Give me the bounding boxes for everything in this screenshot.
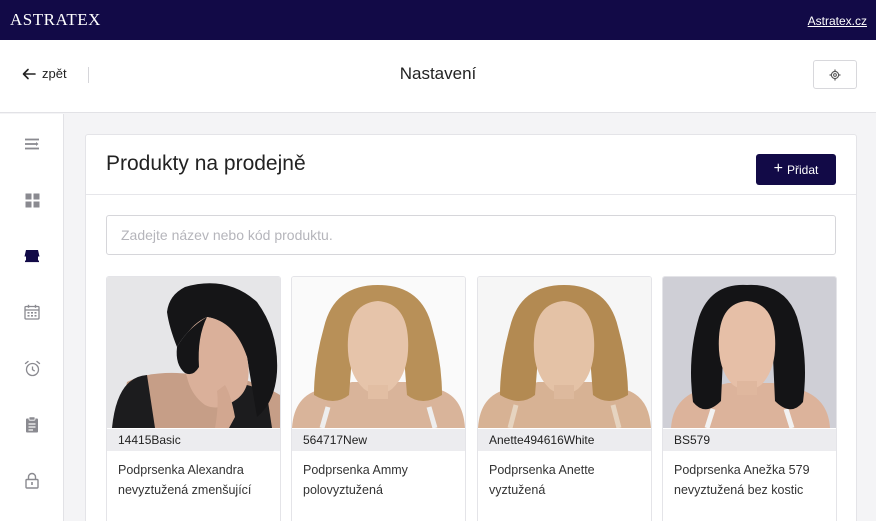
product-card[interactable]: Anette494616White Podprsenka Anette vyzt…: [477, 276, 652, 521]
sidebar-item-clipboard[interactable]: [20, 412, 44, 436]
astratex-link[interactable]: Astratex.cz: [808, 14, 867, 28]
top-bar: ASTRATEX Astratex.cz: [0, 0, 876, 40]
product-search-input[interactable]: [106, 215, 836, 255]
product-name: Podprsenka Anette vyztužená: [489, 463, 595, 497]
calendar-icon: [24, 304, 40, 320]
sidebar-item-dashboard[interactable]: [20, 188, 44, 212]
sidebar: [0, 114, 64, 521]
sidebar-item-lock[interactable]: [20, 468, 44, 492]
product-code: 14415Basic: [107, 429, 280, 451]
clipboard-icon: [26, 415, 38, 432]
product-card[interactable]: 14415Basic Podprsenka Alexandra nevyztuž…: [106, 276, 281, 521]
product-image: [107, 277, 280, 428]
divider: [86, 194, 856, 195]
page-title: Nastavení: [399, 64, 477, 83]
grid-icon: [25, 193, 39, 207]
product-code: 564717New: [292, 429, 465, 451]
sidebar-item-alarm[interactable]: [20, 356, 44, 380]
lock-icon: [25, 472, 39, 489]
sidebar-item-calendar[interactable]: [20, 300, 44, 324]
product-image: [478, 277, 651, 428]
sub-header: zpět Nastavení: [0, 40, 876, 113]
product-card[interactable]: BS579 Podprsenka Anežka 579 nevyztužená …: [662, 276, 837, 521]
store-icon: [24, 250, 40, 263]
product-image: [663, 277, 836, 428]
plus-icon: +: [773, 160, 783, 177]
sidebar-item-menu[interactable]: [20, 132, 44, 156]
product-name: Podprsenka Ammy polovyztužená: [303, 463, 408, 497]
brand-logo[interactable]: ASTRATEX: [10, 10, 101, 30]
product-name: Podprsenka Anežka 579 nevyztužená bez ko…: [674, 463, 810, 497]
product-name: Podprsenka Alexandra nevyztužená zmenšuj…: [118, 463, 252, 497]
menu-lines-icon: [25, 138, 39, 150]
sidebar-item-store[interactable]: [20, 244, 44, 268]
add-product-button[interactable]: + Přidat: [756, 154, 836, 185]
add-button-label: Přidat: [786, 162, 819, 177]
product-card[interactable]: 564717New Podprsenka Ammy polovyztužená: [291, 276, 466, 521]
gear-icon: [829, 69, 841, 80]
alarm-clock-icon: [24, 360, 40, 376]
product-image: [292, 277, 465, 428]
product-code: Anette494616White: [478, 429, 651, 451]
settings-button[interactable]: [813, 60, 857, 89]
products-panel: Produkty na prodejně + Přidat 14415Basic…: [85, 134, 857, 521]
panel-title: Produkty na prodejně: [106, 152, 306, 175]
product-code: BS579: [663, 429, 836, 451]
